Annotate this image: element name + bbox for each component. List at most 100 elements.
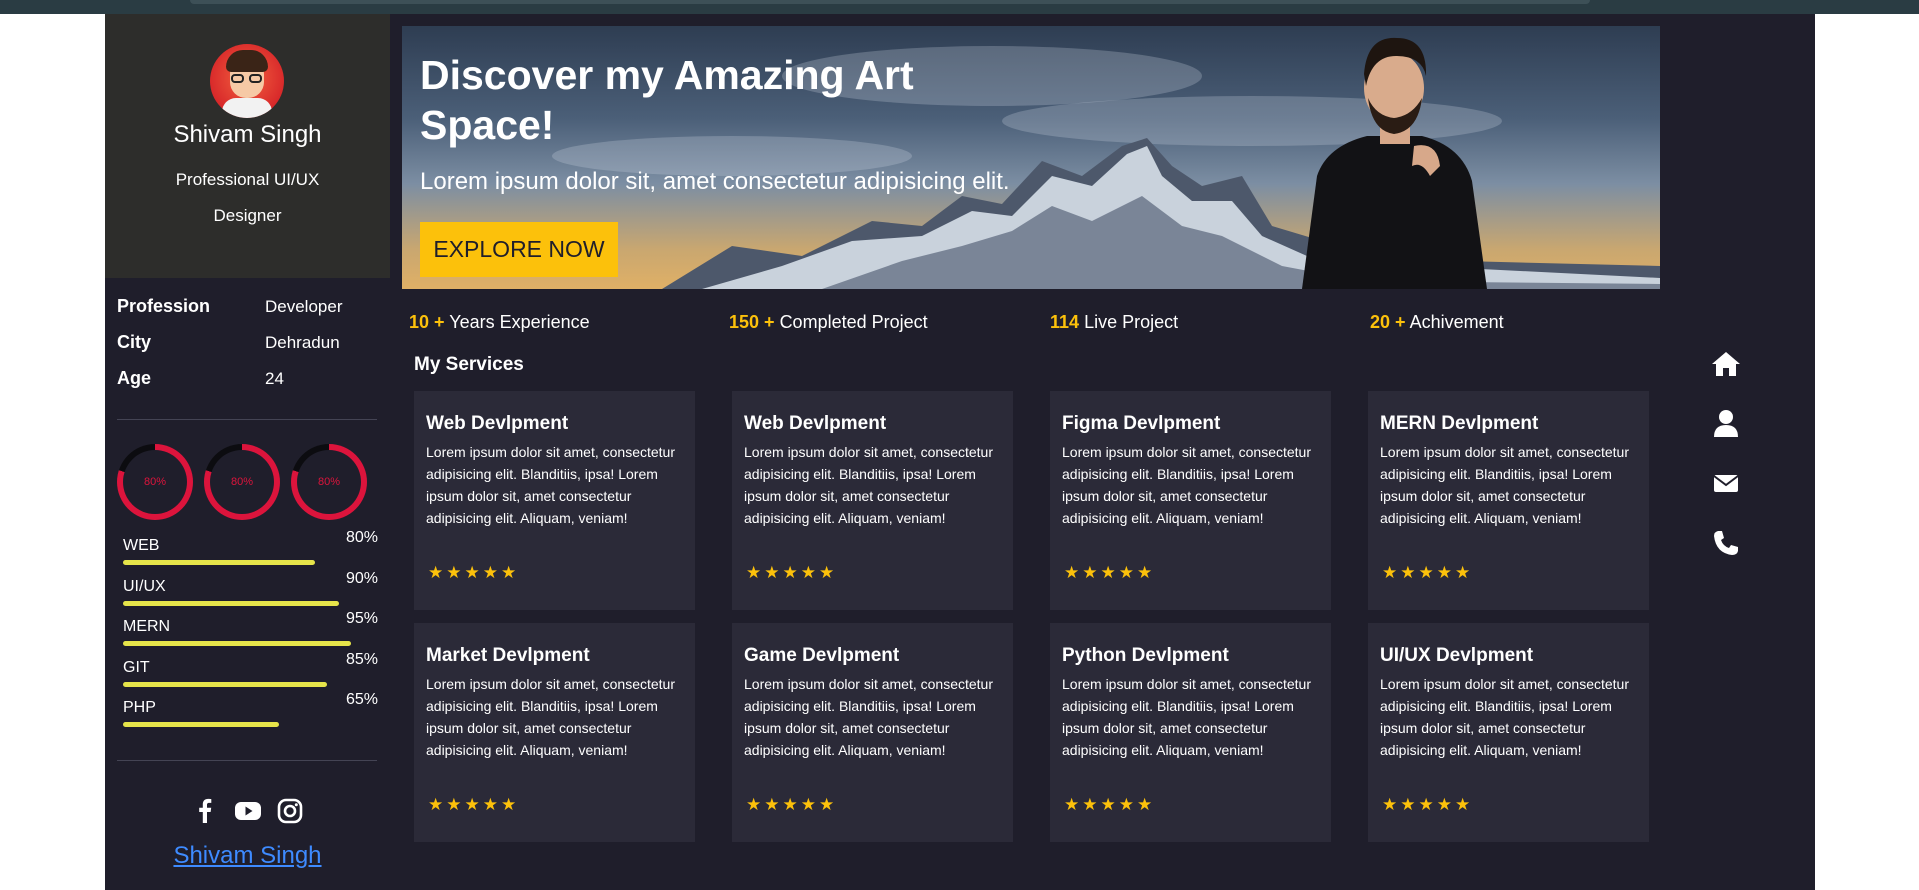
service-card[interactable]: UI/UX Devlpment Lorem ipsum dolor sit am… (1368, 623, 1649, 842)
browser-url-bar[interactable] (190, 0, 1590, 4)
service-card-title: UI/UX Devlpment (1380, 645, 1534, 666)
service-card[interactable]: Market Devlpment Lorem ipsum dolor sit a… (414, 623, 695, 842)
service-card-text: Lorem ipsum dolor sit amet, consectetur … (426, 676, 675, 758)
hero-banner: Discover my Amazing Art Space! Lorem ips… (402, 26, 1660, 289)
service-card-title: Web Devlpment (744, 413, 887, 434)
profile-link[interactable]: Shivam Singh (105, 842, 390, 870)
info-row-city: City Dehradun (117, 332, 377, 368)
service-card-title: Python Devlpment (1062, 645, 1229, 666)
profile-role: Professional UI/UX Designer (175, 170, 320, 225)
home-icon[interactable] (1710, 348, 1742, 380)
service-card-title: MERN Devlpment (1380, 413, 1539, 434)
stat-label: Completed Project (779, 312, 928, 332)
stat-completed-project: 150 + Completed Project (729, 312, 928, 333)
skill-percent: 65% (345, 691, 378, 708)
star-rating: ★★★★★ (746, 795, 838, 814)
star-rating: ★★★★★ (1382, 563, 1474, 582)
star-rating: ★★★★★ (1382, 795, 1474, 814)
service-card-text: Lorem ipsum dolor sit amet, consectetur … (744, 444, 993, 526)
service-card-title: Figma Devlpment (1062, 413, 1221, 434)
skill-name: UI/UX (123, 578, 166, 595)
info-key: Profession (117, 296, 211, 316)
info-value: Dehradun (265, 333, 340, 352)
star-rating: ★★★★★ (746, 563, 838, 582)
stat-years-experience: 10 + Years Experience (409, 312, 590, 333)
service-card[interactable]: Python Devlpment Lorem ipsum dolor sit a… (1050, 623, 1331, 842)
info-row-age: Age 24 (117, 368, 377, 404)
skill-name: PHP (123, 699, 156, 716)
service-card-text: Lorem ipsum dolor sit amet, consectetur … (1062, 676, 1311, 758)
skill-percent: 95% (345, 610, 378, 627)
stat-label: Years Experience (449, 312, 590, 332)
profile-name: Shivam Singh (173, 121, 322, 148)
service-card[interactable]: MERN Devlpment Lorem ipsum dolor sit ame… (1368, 391, 1649, 610)
service-card-text: Lorem ipsum dolor sit amet, consectetur … (1062, 444, 1311, 526)
skill-percent: 80% (345, 529, 378, 546)
stat-number: 10 + (409, 312, 445, 332)
service-card[interactable]: Figma Devlpment Lorem ipsum dolor sit am… (1050, 391, 1331, 610)
stats-row: 10 + Years Experience 150 + Completed Pr… (409, 312, 1669, 342)
star-rating: ★★★★★ (428, 563, 520, 582)
circular-progress: 80% (204, 444, 280, 520)
info-value: Developer (265, 297, 343, 316)
skill-bar (123, 641, 351, 646)
service-card-text: Lorem ipsum dolor sit amet, consectetur … (426, 444, 675, 526)
skill-percent: 85% (345, 651, 378, 668)
profile-card: Shivam Singh Professional UI/UX Designer (105, 14, 390, 278)
circular-progress: 80% (291, 444, 367, 520)
instagram-icon[interactable] (275, 796, 305, 826)
skill-mern: MERN 95% (123, 610, 378, 652)
star-rating: ★★★★★ (428, 795, 520, 814)
hero-person-image (1302, 37, 1487, 289)
hero-title: Discover my Amazing Art Space! (420, 52, 914, 148)
stat-number: 20 + (1370, 312, 1406, 332)
star-rating: ★★★★★ (1064, 795, 1156, 814)
envelope-icon[interactable] (1710, 467, 1742, 499)
youtube-icon[interactable] (233, 796, 263, 826)
user-icon[interactable] (1710, 407, 1742, 439)
info-row-profession: Profession Developer (117, 296, 377, 332)
skill-name: GIT (123, 659, 150, 676)
skill-name: MERN (123, 618, 171, 635)
portfolio-page: Shivam Singh Professional UI/UX Designer… (105, 14, 1815, 890)
skill-git: GIT 85% (123, 651, 378, 693)
service-card[interactable]: Web Devlpment Lorem ipsum dolor sit amet… (732, 391, 1013, 610)
stat-label: Live Project (1084, 312, 1179, 332)
circular-progress: 80% (117, 444, 193, 520)
skill-php: PHP 65% (123, 691, 378, 733)
stat-label: Achivement (1409, 312, 1504, 332)
avatar (210, 44, 284, 118)
stat-live-project: 114 Live Project (1050, 312, 1178, 333)
services-heading: My Services (414, 354, 524, 375)
info-value: 24 (265, 369, 284, 388)
service-card-text: Lorem ipsum dolor sit amet, consectetur … (1380, 676, 1629, 758)
service-card-text: Lorem ipsum dolor sit amet, consectetur … (744, 676, 993, 758)
divider (117, 419, 377, 420)
service-card[interactable]: Web Devlpment Lorem ipsum dolor sit amet… (414, 391, 695, 610)
info-key: Age (117, 368, 152, 388)
explore-now-button[interactable]: EXPLORE NOW (420, 222, 618, 277)
circular-progress-label: 80% (230, 476, 254, 488)
skill-bar (123, 722, 279, 727)
skill-bar (123, 601, 339, 606)
skill-web: WEB 80% (123, 529, 378, 571)
service-card-title: Web Devlpment (426, 413, 569, 434)
browser-topbar (0, 0, 1919, 14)
circular-progress-label: 80% (317, 476, 341, 488)
circular-progress-label: 80% (143, 476, 167, 488)
facebook-icon[interactable] (190, 796, 220, 826)
star-rating: ★★★★★ (1064, 563, 1156, 582)
skill-name: WEB (123, 537, 160, 554)
service-card-title: Game Devlpment (744, 645, 900, 666)
social-links (105, 796, 390, 826)
hero-subtitle: Lorem ipsum dolor sit, amet consectetur … (420, 168, 1010, 195)
service-card-title: Market Devlpment (426, 645, 590, 666)
stat-number: 114 (1050, 312, 1080, 332)
phone-icon[interactable] (1710, 527, 1742, 559)
skill-bar (123, 560, 315, 565)
skill-percent: 90% (345, 570, 378, 587)
stat-achivement: 20 + Achivement (1370, 312, 1504, 333)
skill-uiux: UI/UX 90% (123, 570, 378, 612)
sidebar: Shivam Singh Professional UI/UX Designer… (105, 14, 390, 890)
service-card[interactable]: Game Devlpment Lorem ipsum dolor sit ame… (732, 623, 1013, 842)
